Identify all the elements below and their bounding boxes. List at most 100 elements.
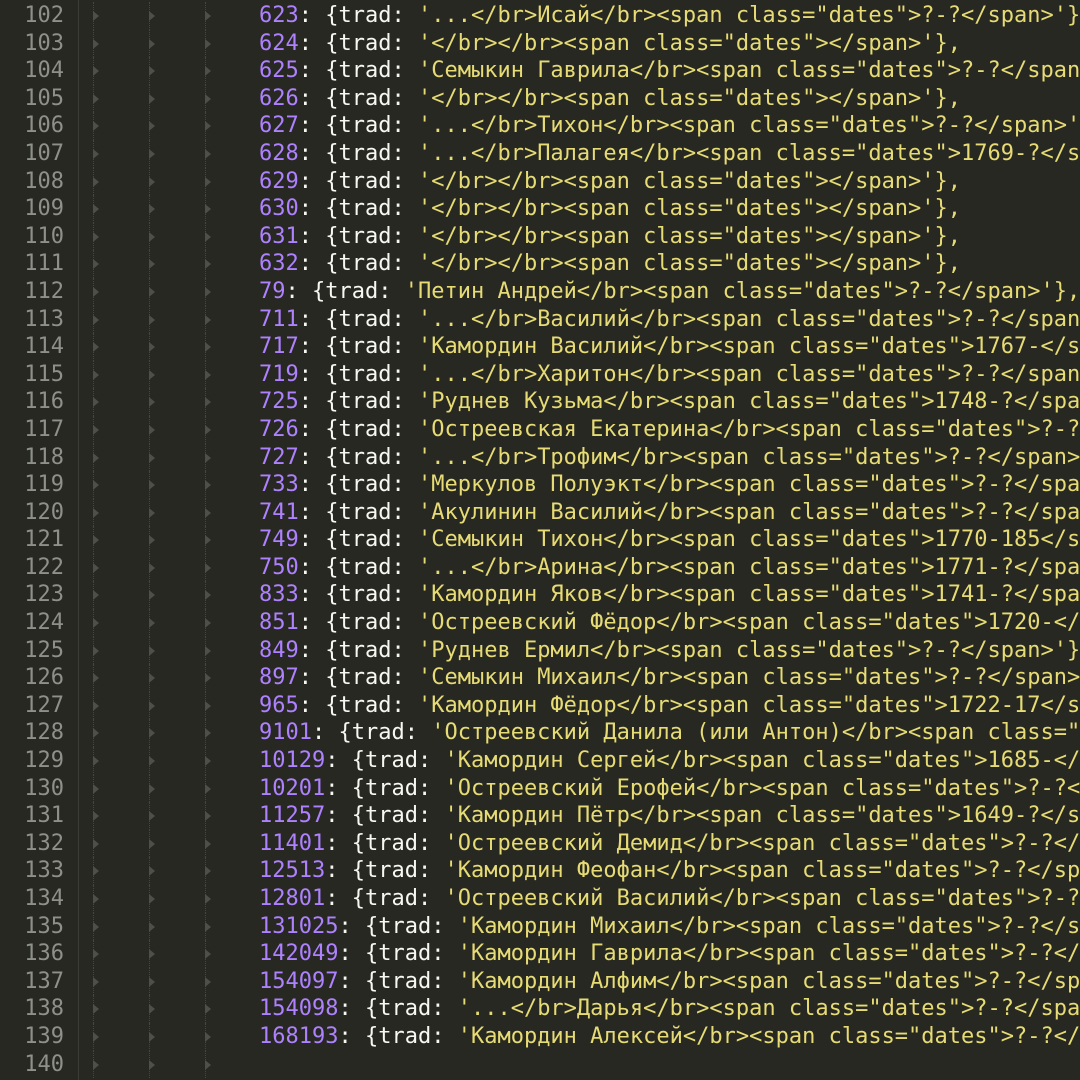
- fold-arrow-icon[interactable]: [93, 866, 99, 877]
- fold-arrow-icon[interactable]: [205, 562, 211, 573]
- code-line[interactable]: 140: [0, 1050, 1080, 1079]
- fold-arrow-icon[interactable]: [149, 66, 155, 77]
- code-line[interactable]: 103 624: {trad: '</br></br><span class="d…: [0, 29, 1080, 58]
- fold-arrow-icon[interactable]: [149, 231, 155, 242]
- fold-arrow-icon[interactable]: [93, 259, 99, 270]
- fold-arrow-icon[interactable]: [93, 397, 99, 408]
- code-line[interactable]: 121 749: {trad: 'Семыкин Тихон</br><span …: [0, 526, 1080, 554]
- code-line[interactable]: 117 726: {trad: 'Остреевская Екатерина</b…: [0, 415, 1080, 444]
- fold-arrow-icon[interactable]: [93, 480, 99, 491]
- fold-arrow-icon[interactable]: [93, 921, 99, 932]
- code-line[interactable]: 135 131025: {trad: 'Камордин Михаил</br><…: [0, 912, 1080, 941]
- fold-arrow-icon[interactable]: [205, 866, 211, 877]
- fold-arrow-icon[interactable]: [149, 424, 155, 435]
- fold-arrow-icon[interactable]: [205, 314, 211, 325]
- code-line[interactable]: 111 632: {trad: '</br></br><span class="d…: [0, 250, 1080, 278]
- fold-arrow-icon[interactable]: [93, 507, 99, 518]
- fold-arrow-icon[interactable]: [93, 121, 99, 132]
- code-line[interactable]: 105 626: {trad: '</br></br><span class="d…: [0, 84, 1080, 113]
- fold-arrow-icon[interactable]: [149, 121, 155, 132]
- fold-arrow-icon[interactable]: [93, 1004, 99, 1015]
- fold-arrow-icon[interactable]: [205, 397, 211, 408]
- fold-arrow-icon[interactable]: [93, 286, 99, 297]
- code-line[interactable]: 127 965: {trad: 'Камордин Фёдор</br><span…: [0, 691, 1080, 720]
- fold-arrow-icon[interactable]: [205, 949, 211, 960]
- fold-arrow-icon[interactable]: [205, 894, 211, 904]
- fold-arrow-icon[interactable]: [205, 480, 211, 491]
- fold-arrow-icon[interactable]: [149, 11, 155, 21]
- fold-arrow-icon[interactable]: [149, 562, 155, 573]
- fold-arrow-icon[interactable]: [149, 1059, 155, 1070]
- fold-arrow-icon[interactable]: [149, 673, 155, 684]
- fold-arrow-icon[interactable]: [149, 38, 155, 49]
- fold-arrow-icon[interactable]: [205, 38, 211, 49]
- fold-arrow-icon[interactable]: [93, 618, 99, 629]
- fold-arrow-icon[interactable]: [205, 452, 211, 463]
- code-line[interactable]: 137 154097: {trad: 'Камордин Алфим</br><s…: [0, 967, 1080, 996]
- fold-arrow-icon[interactable]: [149, 148, 155, 159]
- fold-arrow-icon[interactable]: [93, 645, 99, 656]
- fold-arrow-icon[interactable]: [149, 700, 155, 711]
- fold-arrow-icon[interactable]: [205, 259, 211, 270]
- fold-arrow-icon[interactable]: [205, 121, 211, 132]
- fold-arrow-icon[interactable]: [205, 1031, 211, 1042]
- fold-arrow-icon[interactable]: [93, 535, 99, 546]
- fold-arrow-icon[interactable]: [205, 286, 211, 297]
- fold-arrow-icon[interactable]: [149, 1031, 155, 1042]
- fold-arrow-icon[interactable]: [205, 811, 211, 822]
- code-line[interactable]: 129 10129: {trad: 'Камордин Сергей</br><s…: [0, 747, 1080, 775]
- fold-arrow-icon[interactable]: [149, 259, 155, 270]
- fold-arrow-icon[interactable]: [205, 976, 211, 987]
- fold-arrow-icon[interactable]: [93, 783, 99, 794]
- fold-arrow-icon[interactable]: [93, 894, 99, 904]
- fold-arrow-icon[interactable]: [93, 11, 99, 21]
- code-line[interactable]: 122 750: {trad: '...</br>Арина</br><span …: [0, 553, 1080, 582]
- code-editor[interactable]: 102 623: {trad: '...</br>Исай</br><span c…: [0, 0, 1080, 1080]
- fold-arrow-icon[interactable]: [149, 314, 155, 325]
- code-line[interactable]: 112 79: {trad: 'Петин Андрей</br><span cl…: [0, 277, 1080, 306]
- code-line[interactable]: 130 10201: {trad: 'Остреевский Ерофей</br…: [0, 774, 1080, 803]
- fold-arrow-icon[interactable]: [149, 93, 155, 104]
- code-line[interactable]: 139 168193: {trad: 'Камордин Алексей</br>…: [0, 1022, 1080, 1051]
- fold-arrow-icon[interactable]: [149, 756, 155, 767]
- fold-arrow-icon[interactable]: [205, 342, 211, 353]
- code-line[interactable]: 108 629: {trad: '</br></br><span class="d…: [0, 167, 1080, 196]
- fold-arrow-icon[interactable]: [149, 921, 155, 932]
- fold-arrow-icon[interactable]: [93, 700, 99, 711]
- fold-arrow-icon[interactable]: [205, 618, 211, 629]
- fold-arrow-icon[interactable]: [149, 645, 155, 656]
- fold-arrow-icon[interactable]: [93, 562, 99, 573]
- fold-arrow-icon[interactable]: [149, 480, 155, 491]
- fold-arrow-icon[interactable]: [149, 507, 155, 518]
- fold-arrow-icon[interactable]: [205, 673, 211, 684]
- fold-arrow-icon[interactable]: [93, 838, 99, 849]
- fold-arrow-icon[interactable]: [205, 93, 211, 104]
- fold-arrow-icon[interactable]: [149, 176, 155, 187]
- fold-arrow-icon[interactable]: [205, 1004, 211, 1015]
- fold-arrow-icon[interactable]: [93, 590, 99, 601]
- fold-arrow-icon[interactable]: [205, 700, 211, 711]
- fold-arrow-icon[interactable]: [149, 783, 155, 794]
- code-line[interactable]: 128 9101: {trad: 'Остреевский Данила (или…: [0, 719, 1080, 748]
- fold-arrow-icon[interactable]: [93, 1059, 99, 1070]
- fold-arrow-icon[interactable]: [205, 728, 211, 739]
- fold-arrow-icon[interactable]: [93, 66, 99, 77]
- code-line[interactable]: 131 11257: {trad: 'Камордин Пётр</br><spa…: [0, 802, 1080, 830]
- fold-arrow-icon[interactable]: [205, 176, 211, 187]
- code-line[interactable]: 133 12513: {trad: 'Камордин Феофан</br><s…: [0, 857, 1080, 885]
- code-line[interactable]: 107 628: {trad: '...</br>Палагея</br><spa…: [0, 139, 1080, 168]
- fold-arrow-icon[interactable]: [93, 756, 99, 767]
- code-line[interactable]: 113 711: {trad: '...</br>Василий</br><spa…: [0, 305, 1080, 334]
- fold-arrow-icon[interactable]: [205, 756, 211, 767]
- fold-arrow-icon[interactable]: [149, 535, 155, 546]
- code-line[interactable]: 120 741: {trad: 'Акулинин Василий</br><sp…: [0, 498, 1080, 527]
- code-line[interactable]: 114 717: {trad: 'Камордин Василий</br><sp…: [0, 333, 1080, 361]
- fold-arrow-icon[interactable]: [205, 783, 211, 794]
- fold-arrow-icon[interactable]: [149, 286, 155, 297]
- code-line[interactable]: 104 625: {trad: 'Семыкин Гаврила</br><spa…: [0, 57, 1080, 85]
- fold-arrow-icon[interactable]: [149, 838, 155, 849]
- code-line[interactable]: 116 725: {trad: 'Руднев Кузьма</br><span …: [0, 388, 1080, 416]
- fold-arrow-icon[interactable]: [205, 424, 211, 435]
- fold-arrow-icon[interactable]: [149, 811, 155, 822]
- code-line[interactable]: 132 11401: {trad: 'Остреевский Демид</br>…: [0, 829, 1080, 858]
